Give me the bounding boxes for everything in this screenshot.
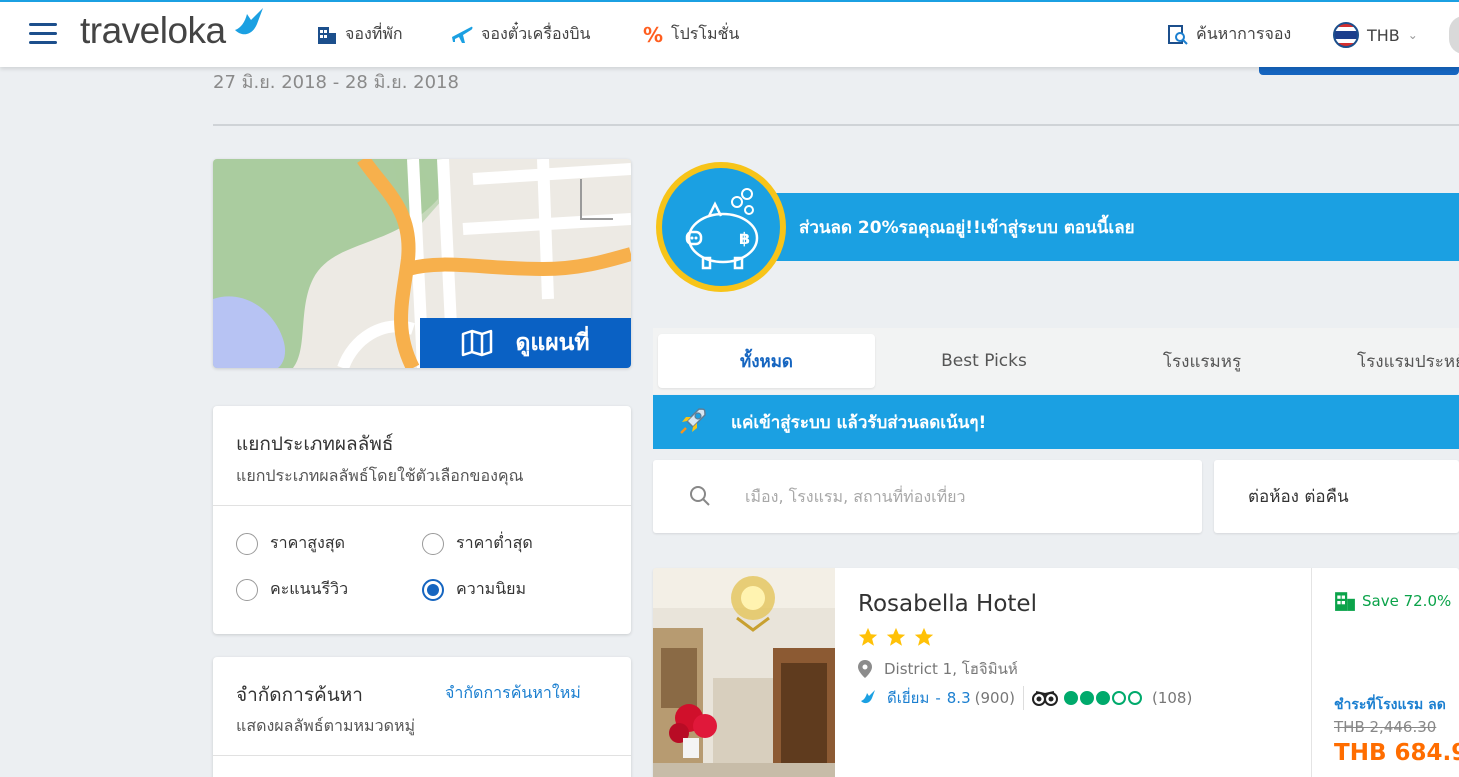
my-booking-link[interactable]: ค้นหาการจอง	[1168, 22, 1291, 47]
stay-dates: 27 มิ.ย. 2018 - 28 มิ.ย. 2018	[213, 72, 459, 93]
radio-button[interactable]	[236, 578, 258, 601]
radio-button-selected[interactable]	[422, 578, 444, 601]
tab-best-picks[interactable]: Best Picks	[875, 334, 1093, 388]
price-mode-selector[interactable]: ต่อห้อง ต่อคืน	[1214, 460, 1459, 533]
nav-flights[interactable]: จองตั๋วเครื่องบิน	[451, 22, 590, 47]
tab-all[interactable]: ทั้งหมด	[658, 334, 875, 388]
filter-subtitle: แสดงผลลัพธ์ตามหมวดหมู่	[236, 716, 416, 735]
tripadvisor-owl-icon	[1031, 691, 1058, 706]
avatar[interactable]	[1449, 16, 1459, 54]
save-badge: Save 72.0%	[1334, 590, 1451, 612]
location-pin-icon	[858, 660, 872, 678]
star-icon	[858, 627, 878, 646]
search-input[interactable]	[745, 482, 1165, 510]
divider	[213, 505, 631, 506]
sort-option-label: ราคาสูงสุด	[270, 533, 345, 552]
tripadvisor-rating	[1063, 691, 1142, 705]
price-column: Save 72.0% ชำระที่โรงแรม ลด THB 2,446.30…	[1311, 568, 1459, 777]
radio-button[interactable]	[236, 532, 258, 555]
traveloka-rating-icon	[861, 690, 875, 704]
tab-budget[interactable]: โรงแรมประหยัด	[1311, 334, 1459, 388]
nav-promotions[interactable]: % โปรโมชั่น	[643, 22, 739, 47]
filter-panel: จำกัดการค้นหา จำกัดการค้นหาใหม่ แสดงผลลั…	[213, 657, 631, 777]
hotel-star-rating	[857, 626, 935, 648]
result-tabs: ทั้งหมด Best Picks โรงแรมหรู โรงแรมประหย…	[653, 328, 1459, 394]
hotel-search-box[interactable]	[653, 460, 1202, 533]
reset-filter-link[interactable]: จำกัดการค้นหาใหม่	[445, 681, 581, 706]
sort-subtitle: แยกประเภทผลลัพธ์โดยใช้ตัวเลือกของคุณ	[236, 466, 524, 485]
currency-selector[interactable]: THB ⌄	[1333, 22, 1418, 48]
hotel-location-text: District 1, โฮจิมินห์	[884, 660, 1018, 678]
piggy-bank-icon: ฿	[685, 188, 759, 270]
view-map-label: ดูแผนที่	[515, 330, 590, 356]
hotel-photo[interactable]	[653, 568, 835, 777]
promo-banner[interactable]: ส่วนลด 20%รอคุณอยู่!!เข้าสู่ระบบ ตอนนี้เ…	[765, 193, 1459, 261]
divider	[213, 124, 1459, 126]
percent-icon: %	[643, 22, 664, 47]
rating-word: ดีเยี่ยม	[887, 689, 930, 707]
map-icon	[462, 329, 493, 357]
chevron-down-icon: ⌄	[1407, 28, 1418, 42]
nav-hotels-label: จองที่พัก	[345, 24, 403, 43]
star-icon	[914, 627, 934, 646]
login-discount-banner[interactable]: แค่เข้าสู่ระบบ แล้วรับส่วนลดเน้นๆ!	[653, 395, 1459, 449]
filter-title: จำกัดการค้นหา	[236, 684, 363, 706]
save-text: Save 72.0%	[1362, 592, 1452, 610]
sort-option-label: ราคาต่ำสุด	[456, 533, 533, 552]
my-booking-label: ค้นหาการจอง	[1196, 24, 1292, 43]
login-banner-text: แค่เข้าสู่ระบบ แล้วรับส่วนลดเน้นๆ!	[731, 412, 987, 433]
star-icon	[886, 627, 906, 646]
promo-text: ส่วนลด 20%รอคุณอยู่!!เข้าสู่ระบบ ตอนนี้เ…	[799, 217, 1135, 238]
traveloka-logo[interactable]: traveloka	[80, 10, 226, 52]
top-nav-bar: traveloka จองที่พัก จองตั๋วเครื่องบิน % …	[0, 0, 1459, 67]
currency-label: THB	[1367, 25, 1400, 45]
sort-option-lowest-price[interactable]: ราคาต่ำสุด	[422, 531, 533, 556]
booking-search-icon	[1168, 24, 1188, 45]
map-preview[interactable]: ดูแผนที่	[213, 159, 631, 368]
svg-text:฿: ฿	[739, 229, 750, 248]
review-count: (900)	[974, 689, 1015, 707]
hotel-rating[interactable]: ดีเยี่ยม - 8.3 (900) (108)	[859, 686, 1192, 710]
tripadvisor-review-count: (108)	[1151, 689, 1193, 707]
original-price: THB 2,446.30	[1334, 718, 1437, 736]
promo-badge: ฿	[656, 162, 786, 292]
hotel-deal-icon	[1335, 592, 1355, 611]
rocket-icon	[680, 408, 706, 434]
sort-option-label: ความนิยม	[456, 579, 527, 598]
logo-bird-icon	[235, 8, 263, 35]
plane-icon	[452, 26, 473, 43]
hotel-location: District 1, โฮจิมินห์	[858, 657, 1018, 681]
discounted-price: THB 684.96	[1334, 740, 1459, 766]
sort-option-label: คะแนนรีวิว	[270, 579, 349, 598]
rating-separator: -	[935, 689, 941, 707]
menu-icon[interactable]	[29, 23, 57, 45]
search-icon	[690, 486, 710, 506]
divider	[213, 755, 631, 756]
sort-option-highest-price[interactable]: ราคาสูงสุด	[236, 531, 345, 556]
pay-at-hotel-label: ชำระที่โรงแรม ลด	[1334, 697, 1446, 713]
view-map-button[interactable]: ดูแผนที่	[420, 318, 631, 368]
nav-promotions-label: โปรโมชั่น	[671, 24, 740, 43]
rating-score: 8.3	[946, 689, 971, 707]
sort-option-popularity[interactable]: ความนิยม	[422, 577, 526, 602]
hotel-name[interactable]: Rosabella Hotel	[858, 591, 1037, 617]
nav-flights-label: จองตั๋วเครื่องบิน	[481, 24, 591, 43]
hotel-result-card[interactable]: Rosabella Hotel District 1, โฮจิมินห์ ดี…	[653, 568, 1459, 777]
sort-panel: แยกประเภทผลลัพธ์ แยกประเภทผลลัพธ์โดยใช้ต…	[213, 406, 631, 634]
thai-flag-icon	[1333, 22, 1359, 48]
sort-title: แยกประเภทผลลัพธ์	[236, 433, 394, 455]
sort-option-review-score[interactable]: คะแนนรีวิว	[236, 577, 348, 602]
price-mode-label: ต่อห้อง ต่อคืน	[1248, 487, 1349, 507]
radio-button[interactable]	[422, 532, 444, 555]
divider	[1022, 686, 1024, 710]
nav-hotels[interactable]: จองที่พัก	[317, 22, 403, 47]
tab-luxury[interactable]: โรงแรมหรู	[1093, 334, 1311, 388]
hotel-icon	[318, 26, 336, 44]
